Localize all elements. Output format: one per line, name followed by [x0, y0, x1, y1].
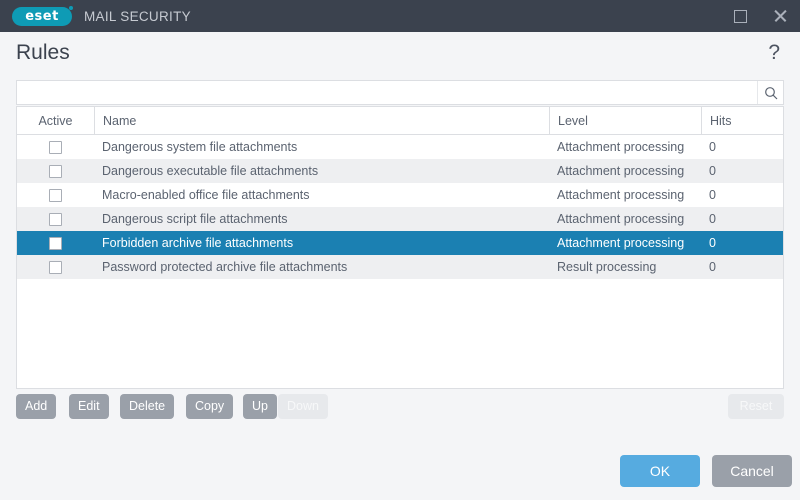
active-checkbox[interactable]	[49, 141, 62, 154]
table-row[interactable]: Dangerous system file attachmentsAttachm…	[17, 135, 783, 159]
row-level-cell: Attachment processing	[549, 207, 701, 231]
row-hits-cell: 0	[701, 207, 783, 231]
table-header-row: Active Name Level Hits	[17, 107, 783, 135]
row-active-cell	[17, 183, 94, 207]
row-level-cell: Attachment processing	[549, 183, 701, 207]
page-title: Rules	[16, 41, 70, 65]
row-active-cell	[17, 255, 94, 279]
column-header-active[interactable]: Active	[17, 107, 94, 134]
column-header-name[interactable]: Name	[94, 107, 549, 134]
row-hits-cell: 0	[701, 183, 783, 207]
dialog-header: Rules ?	[0, 32, 800, 76]
product-name-label: MAIL SECURITY	[84, 9, 191, 24]
window-controls	[720, 0, 800, 32]
copy-button[interactable]: Copy	[186, 394, 233, 419]
row-name-cell: Forbidden archive file attachments	[94, 231, 549, 255]
down-button: Down	[278, 394, 328, 419]
row-hits-cell: 0	[701, 159, 783, 183]
cancel-button[interactable]: Cancel	[712, 455, 792, 487]
row-active-cell	[17, 231, 94, 255]
row-hits-cell: 0	[701, 255, 783, 279]
table-row[interactable]: Password protected archive file attachme…	[17, 255, 783, 279]
row-active-cell	[17, 207, 94, 231]
row-name-cell: Password protected archive file attachme…	[94, 255, 549, 279]
active-checkbox[interactable]	[49, 189, 62, 202]
brand-logo: eset MAIL SECURITY	[12, 7, 191, 26]
delete-button[interactable]: Delete	[120, 394, 174, 419]
row-level-cell: Attachment processing	[549, 231, 701, 255]
x-glyph	[773, 9, 787, 23]
row-name-cell: Dangerous system file attachments	[94, 135, 549, 159]
add-button[interactable]: Add	[16, 394, 56, 419]
row-hits-cell: 0	[701, 135, 783, 159]
edit-button[interactable]: Edit	[69, 394, 109, 419]
row-name-cell: Dangerous script file attachments	[94, 207, 549, 231]
row-hits-cell: 0	[701, 231, 783, 255]
row-name-cell: Macro-enabled office file attachments	[94, 183, 549, 207]
row-level-cell: Result processing	[549, 255, 701, 279]
search-input[interactable]	[17, 81, 757, 104]
active-checkbox[interactable]	[49, 213, 62, 226]
rules-table: Active Name Level Hits Dangerous system …	[16, 106, 784, 389]
active-checkbox[interactable]	[49, 261, 62, 274]
eset-logo-dot	[69, 6, 73, 10]
table-row[interactable]: Dangerous script file attachmentsAttachm…	[17, 207, 783, 231]
close-icon[interactable]	[760, 0, 800, 32]
search-icon[interactable]	[757, 81, 783, 104]
up-button[interactable]: Up	[243, 394, 277, 419]
help-icon[interactable]: ?	[768, 41, 780, 65]
table-body: Dangerous system file attachmentsAttachm…	[17, 135, 783, 279]
reset-button: Reset	[728, 394, 784, 419]
maximize-icon[interactable]	[720, 0, 760, 32]
active-checkbox[interactable]	[49, 165, 62, 178]
square-glyph	[734, 10, 747, 23]
table-row[interactable]: Dangerous executable file attachmentsAtt…	[17, 159, 783, 183]
search-bar[interactable]	[16, 80, 784, 105]
table-row[interactable]: Forbidden archive file attachmentsAttach…	[17, 231, 783, 255]
title-bar: eset MAIL SECURITY	[0, 0, 800, 32]
row-active-cell	[17, 135, 94, 159]
row-active-cell	[17, 159, 94, 183]
row-level-cell: Attachment processing	[549, 159, 701, 183]
table-actions: Add Edit Delete Copy Up Down Reset	[16, 394, 784, 422]
column-header-hits[interactable]: Hits	[701, 107, 783, 134]
row-level-cell: Attachment processing	[549, 135, 701, 159]
active-checkbox[interactable]	[49, 237, 62, 250]
magnifier-glyph	[764, 86, 778, 100]
table-row[interactable]: Macro-enabled office file attachmentsAtt…	[17, 183, 783, 207]
ok-button[interactable]: OK	[620, 455, 700, 487]
column-header-level[interactable]: Level	[549, 107, 701, 134]
eset-logo-icon: eset	[12, 7, 72, 26]
row-name-cell: Dangerous executable file attachments	[94, 159, 549, 183]
eset-logo-text: eset	[25, 10, 59, 23]
